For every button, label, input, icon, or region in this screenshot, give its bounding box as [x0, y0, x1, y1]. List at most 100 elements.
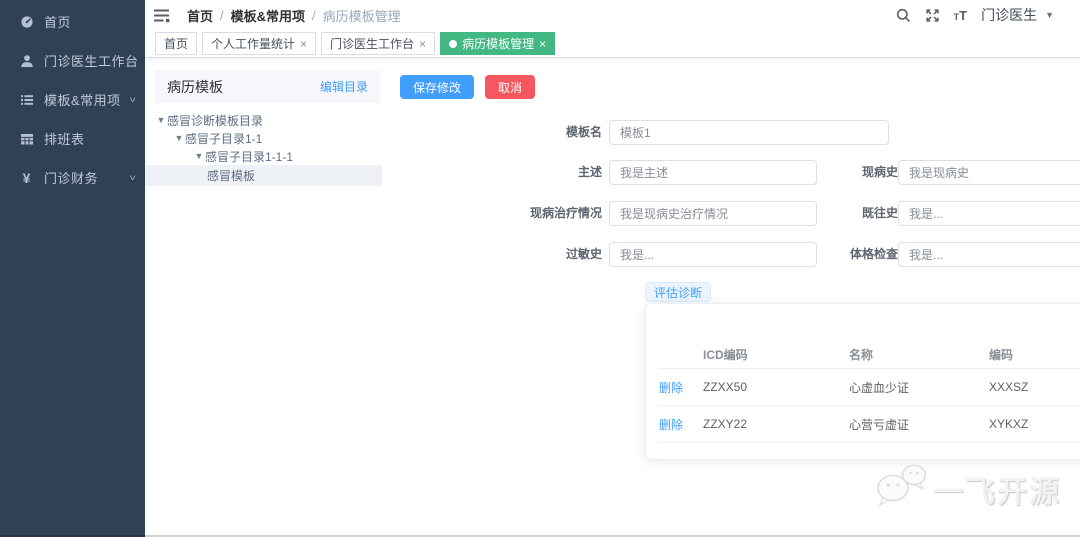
sidebar-item-label: 排班表 — [44, 132, 85, 147]
main-area: 首页 / 模板&常用项 / 病历模板管理 TT 门诊医生 ▼ 首页 个人工作量统… — [145, 0, 1080, 537]
tree-node-label: 感冒诊断模板目录 — [167, 113, 264, 128]
tree-node[interactable]: ▼ 感冒子目录1-1-1 — [145, 147, 382, 165]
tag-views-bar: 首页 个人工作量统计 × 门诊医生工作台 × 病历模板管理 × — [145, 30, 1080, 58]
sidebar: 首页 门诊医生工作台 模板&常用项 ˅ 排班表 ¥ 门诊财务 ˅ — [0, 0, 145, 537]
tree-node[interactable]: ▼ 感冒子目录1-1 — [145, 129, 382, 147]
present-illness-input[interactable] — [898, 160, 1080, 185]
field-label: 现病史 — [861, 165, 898, 179]
allergy-history-input[interactable] — [609, 242, 817, 267]
sidebar-collapse-icon[interactable] — [154, 8, 171, 23]
field-label: 过敏史 — [565, 247, 602, 261]
field-label: 现病治疗情况 — [529, 206, 602, 220]
active-dot — [449, 39, 458, 48]
tab-diagnosis[interactable]: 评估诊断 — [645, 282, 712, 302]
close-icon[interactable]: × — [419, 38, 426, 50]
sidebar-item-finance[interactable]: ¥ 门诊财务 ˅ — [0, 158, 145, 197]
tab-template-manage[interactable]: 病历模板管理 × — [440, 32, 556, 55]
topbar-actions: TT 门诊医生 ▼ — [896, 5, 1054, 25]
sidebar-item-label: 模板&常用项 — [44, 93, 121, 108]
close-icon[interactable]: × — [539, 38, 546, 50]
card-toolbar: 添加诊断 — [659, 316, 1080, 340]
delete-link[interactable]: 删除 — [659, 381, 683, 395]
user-name: 门诊医生 — [981, 7, 1038, 23]
tab-label: 门诊医生工作台 — [330, 37, 415, 51]
template-tree: ▼ 感冒诊断模板目录 ▼ 感冒子目录1-1 ▼ 感冒子目录1-1-1 感冒模板 — [145, 111, 382, 186]
icd-code-cell: ZZXY22 — [703, 417, 748, 431]
tree-node-label: 感冒子目录1-1 — [185, 131, 263, 146]
table-header-row: ICD编码 名称 编码 — [659, 340, 1080, 369]
search-icon[interactable] — [896, 8, 911, 23]
breadcrumb-separator: / — [220, 7, 224, 23]
close-icon[interactable]: × — [300, 38, 307, 50]
tree-node-selected[interactable]: 感冒模板 — [145, 165, 382, 186]
field-label: 主述 — [577, 165, 602, 179]
table-row: 删除 ZZXY22 心营亏虚证 XYKXZ — [659, 406, 1080, 443]
physical-exam-input[interactable] — [898, 242, 1080, 267]
sidebar-item-doctor-workbench[interactable]: 门诊医生工作台 — [0, 41, 145, 80]
form-row: 主述 现病史 — [535, 160, 1080, 185]
save-button[interactable]: 保存修改 — [400, 75, 475, 99]
sidebar-item-home[interactable]: 首页 — [0, 2, 145, 41]
field-label: 既往史 — [861, 206, 898, 220]
field-label: 体格检查 — [849, 247, 898, 261]
font-size-icon[interactable]: TT — [954, 9, 967, 22]
tab-personal-workload[interactable]: 个人工作量统计 × — [202, 32, 317, 55]
sidebar-item-schedule[interactable]: 排班表 — [0, 119, 145, 158]
tab-label: 首页 — [164, 37, 189, 51]
breadcrumb-separator: / — [312, 7, 316, 23]
sidebar-item-label: 首页 — [44, 15, 72, 30]
past-history-input[interactable] — [898, 201, 1080, 226]
dashboard-icon — [19, 14, 34, 29]
column-header: 名称 — [849, 347, 874, 362]
fullscreen-icon[interactable] — [925, 8, 940, 23]
caret-down-icon[interactable]: ▼ — [193, 151, 205, 161]
breadcrumb: 首页 / 模板&常用项 / 病历模板管理 — [187, 6, 401, 25]
caret-down-icon: ▼ — [1045, 10, 1054, 20]
chevron-down-icon: ˅ — [128, 172, 136, 183]
breadcrumb-item-home[interactable]: 首页 — [187, 6, 213, 25]
sidebar-item-templates[interactable]: 模板&常用项 ˅ — [0, 80, 145, 119]
caret-down-icon[interactable]: ▼ — [173, 133, 185, 143]
chevron-down-icon: ˅ — [128, 94, 136, 105]
sidebar-item-label: 门诊医生工作台 — [44, 54, 139, 69]
form-actions: 保存修改 取消 — [400, 75, 536, 99]
tab-label: 病历模板管理 — [462, 37, 535, 51]
diagnosis-card: 添加诊断 ICD编码 名称 编码 删除 ZZXX50 心虚血少证 XXXSZ — [645, 303, 1080, 460]
form-row: 过敏史 体格检查 — [535, 242, 1080, 267]
breadcrumb-item-current: 病历模板管理 — [322, 8, 401, 24]
user-icon — [19, 53, 34, 68]
icd-code-cell: ZZXX50 — [703, 380, 748, 394]
tab-label: 个人工作量统计 — [211, 37, 296, 51]
column-header: ICD编码 — [703, 347, 748, 362]
breadcrumb-item-templates[interactable]: 模板&常用项 — [231, 6, 305, 25]
tree-node[interactable]: ▼ 感冒诊断模板目录 — [145, 111, 382, 129]
app-window: 首页 门诊医生工作台 模板&常用项 ˅ 排班表 ¥ 门诊财务 ˅ 首页 / 模板… — [0, 0, 1080, 537]
code-cell: XXXSZ — [989, 380, 1029, 394]
form-row: 现病治疗情况 既往史 — [530, 201, 1080, 226]
edit-directory-link[interactable]: 编辑目录 — [320, 78, 368, 95]
tab-doctor-workbench[interactable]: 门诊医生工作台 × — [321, 32, 436, 55]
template-name-input[interactable] — [609, 120, 889, 145]
schedule-icon — [19, 131, 34, 146]
table-row: 删除 ZZXX50 心虚血少证 XXXSZ — [659, 369, 1080, 406]
treatment-status-input[interactable] — [609, 201, 817, 226]
topbar: 首页 / 模板&常用项 / 病历模板管理 TT 门诊医生 ▼ — [145, 0, 1080, 30]
user-menu[interactable]: 门诊医生 ▼ — [981, 5, 1054, 25]
form-row: 模板名 — [535, 120, 1080, 145]
tab-home[interactable]: 首页 — [155, 32, 198, 55]
tree-node-label: 感冒模板 — [207, 169, 256, 183]
template-form: 保存修改 取消 模板名 主述 现病史 现病治疗情况 — [390, 58, 1080, 535]
tree-node-label: 感冒子目录1-1-1 — [205, 149, 294, 164]
sidebar-item-label: 门诊财务 — [44, 171, 99, 186]
field-label: 模板名 — [565, 125, 602, 139]
column-header: 编码 — [989, 347, 1014, 362]
tree-panel-header: 病历模板 编辑目录 — [155, 70, 380, 103]
code-cell: XYKXZ — [989, 417, 1029, 431]
page-content: 病历模板 编辑目录 ▼ 感冒诊断模板目录 ▼ 感冒子目录1-1 ▼ 感冒子目录1… — [145, 58, 1080, 535]
cancel-button[interactable]: 取消 — [485, 75, 536, 99]
name-cell: 心虚血少证 — [849, 380, 910, 395]
delete-link[interactable]: 删除 — [659, 418, 683, 432]
caret-down-icon[interactable]: ▼ — [155, 115, 167, 125]
chief-complaint-input[interactable] — [609, 160, 817, 185]
panel-title: 病历模板 — [167, 78, 223, 95]
